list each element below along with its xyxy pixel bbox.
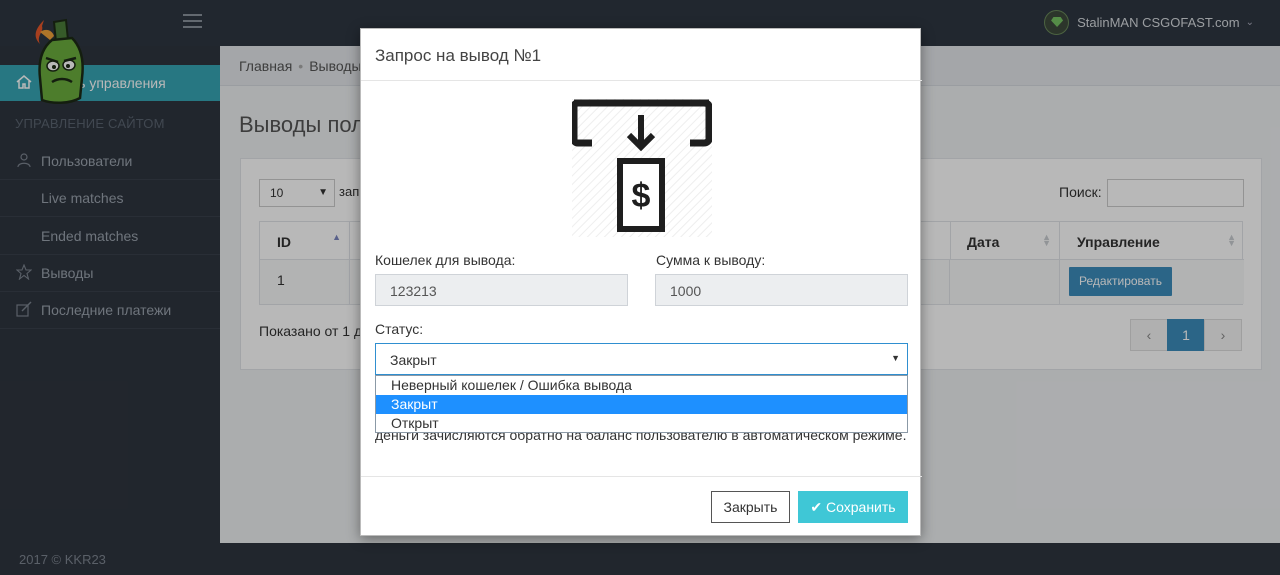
check-icon: ✔ [810, 499, 823, 515]
close-button[interactable]: Закрыть [711, 491, 790, 523]
divider [361, 476, 922, 477]
caret-down-icon: ▼ [891, 353, 900, 363]
withdrawal-modal: Запрос на вывод №1 $ Кошелек для вывода:… [360, 28, 922, 536]
status-select[interactable]: Закрыт ▼ [375, 343, 908, 375]
status-dropdown-list: Неверный кошелек / Ошибка вывода Закрыт … [375, 375, 908, 433]
status-option[interactable]: Неверный кошелек / Ошибка вывода [376, 376, 907, 395]
save-button-label: Сохранить [826, 499, 896, 515]
amount-label: Сумма к выводу: [656, 252, 766, 268]
wallet-label: Кошелек для вывода: [375, 252, 516, 268]
status-selected-value: Закрыт [390, 352, 437, 368]
status-option-selected[interactable]: Закрыт [376, 395, 907, 414]
modal-title: Запрос на вывод №1 [375, 46, 542, 65]
status-option[interactable]: Открыт [376, 414, 907, 433]
svg-text:$: $ [632, 177, 651, 215]
save-button[interactable]: ✔ Сохранить [798, 491, 908, 523]
divider [361, 80, 922, 81]
status-label: Статус: [375, 321, 424, 337]
amount-field[interactable]: 1000 [655, 274, 908, 306]
wallet-field[interactable]: 123213 [375, 274, 628, 306]
withdraw-money-icon: $ [572, 99, 712, 237]
